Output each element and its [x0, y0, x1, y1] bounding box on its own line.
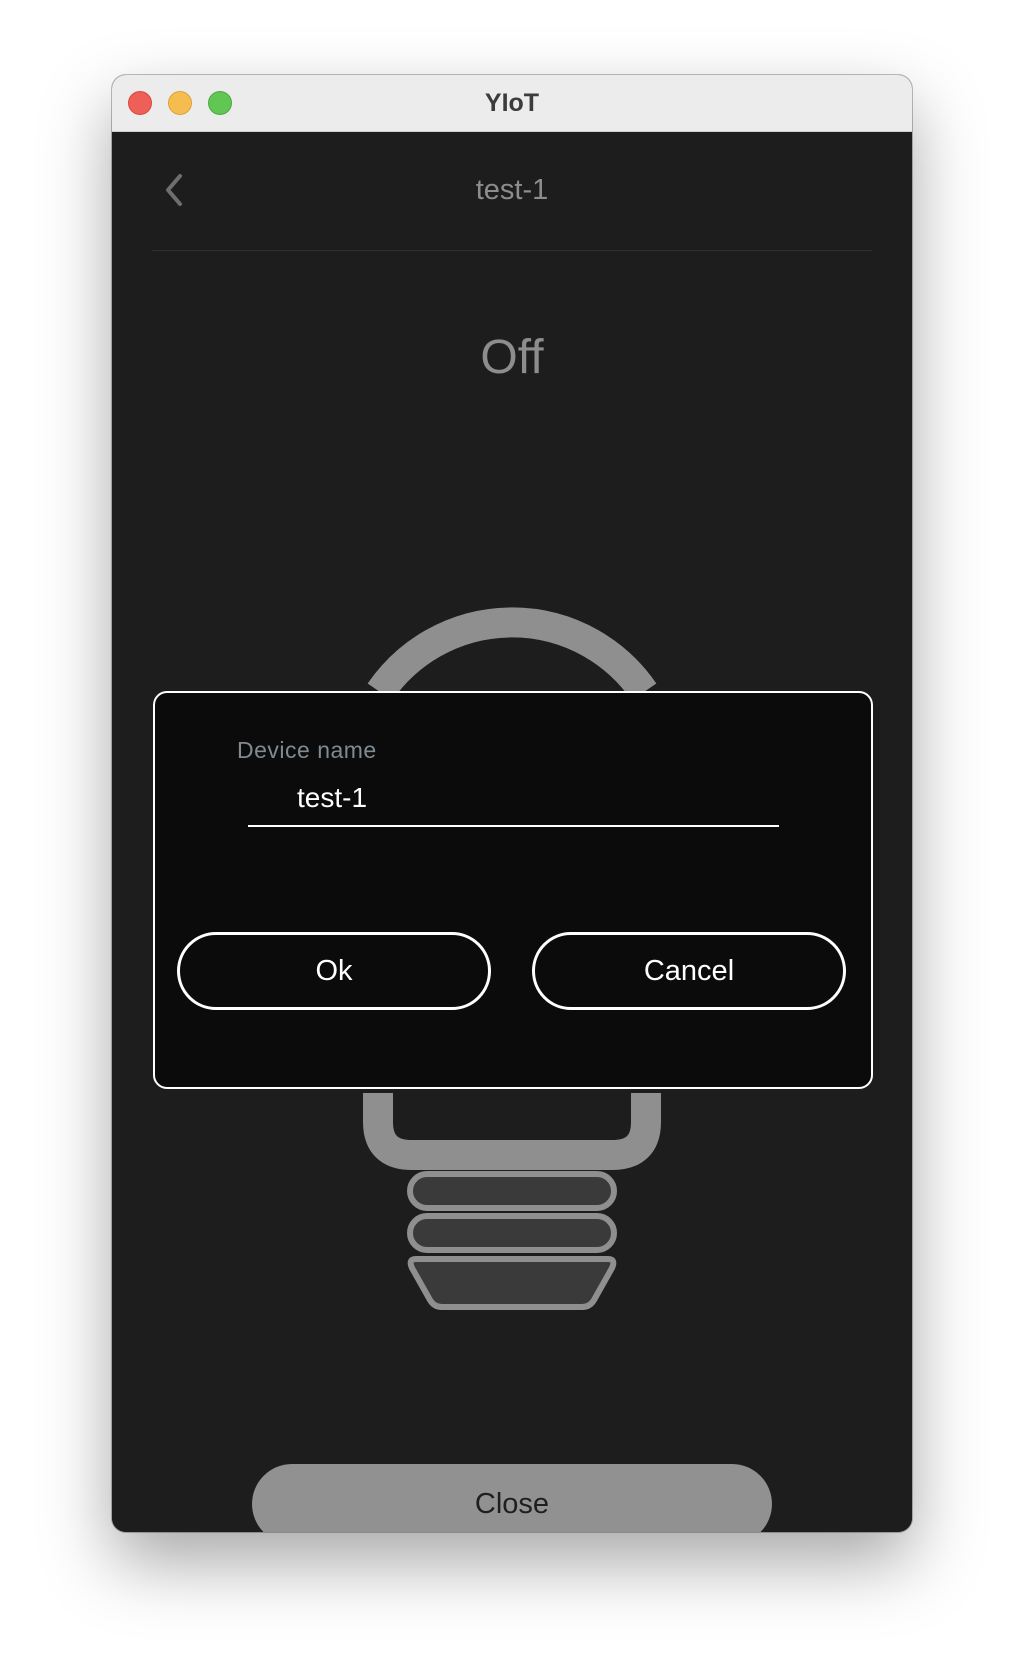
device-name-underline: [248, 825, 779, 827]
rename-device-dialog: Device name test-1 Ok Cancel: [153, 691, 873, 1089]
device-name-label: Device name: [237, 737, 377, 763]
window-title: YIoT: [484, 89, 540, 117]
title-bar[interactable]: YIoT: [112, 75, 912, 132]
close-button[interactable]: Close: [252, 1464, 772, 1532]
ok-button[interactable]: Ok: [177, 932, 491, 1010]
cancel-button[interactable]: Cancel: [532, 932, 846, 1010]
app-window: YIoT test-1 Off Close Device name test-1…: [112, 75, 912, 1532]
device-screen: test-1 Off Close Device name test-1 Ok C…: [112, 132, 912, 1532]
device-name-input[interactable]: test-1: [297, 782, 367, 814]
